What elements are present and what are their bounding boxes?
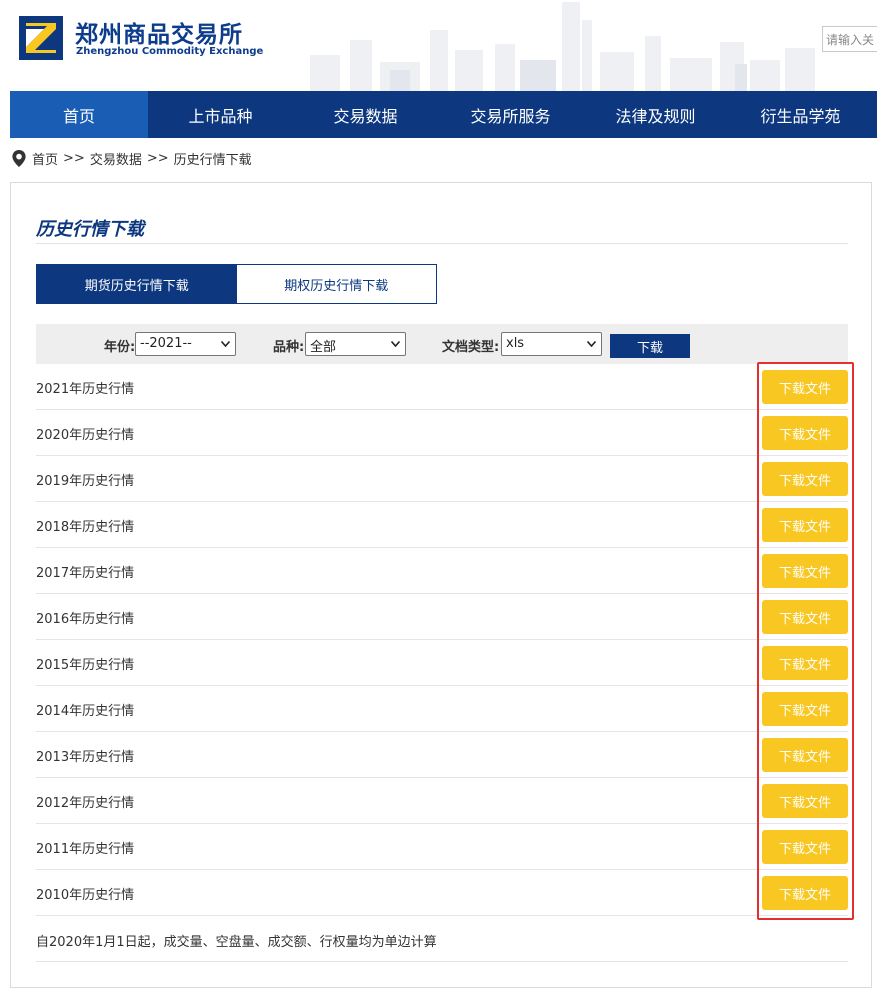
search-input[interactable]: 请输入关 xyxy=(822,26,877,52)
download-file-button[interactable]: 下载文件 xyxy=(762,646,848,680)
row-year-label: 2011年历史行情 xyxy=(36,842,135,857)
list-item: 2010年历史行情 下载文件 xyxy=(36,870,848,916)
breadcrumb-current-page: 历史行情下载 xyxy=(173,152,252,168)
content-panel: 历史行情下载 期货历史行情下载 期权历史行情下载 年份: --2021-- 品种… xyxy=(10,182,872,988)
location-pin-icon xyxy=(12,149,26,167)
breadcrumb: 首页 >> 交易数据 >> 历史行情下载 xyxy=(12,149,257,168)
filetype-select-value: xls xyxy=(506,336,525,351)
list-item: 2011年历史行情 下载文件 xyxy=(36,824,848,870)
breadcrumb-separator: >> xyxy=(63,150,85,166)
row-year-label: 2012年历史行情 xyxy=(36,796,135,811)
download-file-button[interactable]: 下载文件 xyxy=(762,508,848,542)
download-file-button[interactable]: 下载文件 xyxy=(762,600,848,634)
filter-bar: 年份: --2021-- 品种: 全部 文档类型: xls 下载 xyxy=(36,324,848,364)
nav-item-trading-data[interactable]: 交易数据 xyxy=(293,91,438,138)
list-item: 2018年历史行情 下载文件 xyxy=(36,502,848,548)
tab-futures-history[interactable]: 期货历史行情下载 xyxy=(37,265,237,303)
year-select[interactable]: --2021-- xyxy=(135,332,236,356)
note-divider xyxy=(36,961,848,962)
breadcrumb-separator: >> xyxy=(146,150,169,166)
list-item: 2019年历史行情 下载文件 xyxy=(36,456,848,502)
list-item: 2016年历史行情 下载文件 xyxy=(36,594,848,640)
product-select-value: 全部 xyxy=(310,340,337,355)
site-logo-text-en[interactable]: Zhengzhou Commodity Exchange xyxy=(76,46,263,57)
product-select[interactable]: 全部 xyxy=(305,332,406,356)
product-label: 品种: xyxy=(273,340,305,355)
tab-bar: 期货历史行情下载 期权历史行情下载 xyxy=(36,264,437,304)
filetype-label: 文档类型: xyxy=(442,340,500,355)
row-year-label: 2016年历史行情 xyxy=(36,612,135,627)
tab-options-history[interactable]: 期权历史行情下载 xyxy=(237,265,437,303)
nav-item-laws-rules[interactable]: 法律及规则 xyxy=(583,91,728,138)
list-item: 2017年历史行情 下载文件 xyxy=(36,548,848,594)
site-header: 郑州商品交易所 Zhengzhou Commodity Exchange 请输入… xyxy=(0,0,877,91)
row-year-label: 2013年历史行情 xyxy=(36,750,135,765)
row-year-label: 2017年历史行情 xyxy=(36,566,135,581)
download-file-button[interactable]: 下载文件 xyxy=(762,784,848,818)
list-item: 2013年历史行情 下载文件 xyxy=(36,732,848,778)
nav-item-exchange-services[interactable]: 交易所服务 xyxy=(438,91,583,138)
list-item: 2012年历史行情 下载文件 xyxy=(36,778,848,824)
download-file-button[interactable]: 下载文件 xyxy=(762,876,848,910)
row-year-label: 2015年历史行情 xyxy=(36,658,135,673)
row-year-label: 2019年历史行情 xyxy=(36,474,135,489)
chevron-down-icon xyxy=(391,341,400,347)
history-list: 2021年历史行情 下载文件 2020年历史行情 下载文件 2019年历史行情 下载文… xyxy=(36,364,848,916)
title-divider xyxy=(36,243,848,244)
download-file-button[interactable]: 下载文件 xyxy=(762,416,848,450)
filetype-select[interactable]: xls xyxy=(501,332,602,356)
download-file-button[interactable]: 下载文件 xyxy=(762,462,848,496)
download-file-button[interactable]: 下载文件 xyxy=(762,738,848,772)
list-item: 2015年历史行情 下载文件 xyxy=(36,640,848,686)
download-file-button[interactable]: 下载文件 xyxy=(762,692,848,726)
zce-logo-icon xyxy=(19,16,63,60)
download-file-button[interactable]: 下载文件 xyxy=(762,554,848,588)
list-item: 2020年历史行情 下载文件 xyxy=(36,410,848,456)
row-year-label: 2014年历史行情 xyxy=(36,704,135,719)
year-label: 年份: xyxy=(104,340,136,355)
nav-item-derivatives-academy[interactable]: 衍生品学苑 xyxy=(728,91,873,138)
main-nav: 首页 上市品种 交易数据 交易所服务 法律及规则 衍生品学苑 xyxy=(10,91,877,138)
breadcrumb-trading-data-link[interactable]: 交易数据 xyxy=(90,149,142,168)
calculation-note: 自2020年1月1日起，成交量、空盘量、成交额、行权量均为单边计算 xyxy=(36,935,437,950)
breadcrumb-home-link[interactable]: 首页 xyxy=(32,149,58,168)
download-file-button[interactable]: 下载文件 xyxy=(762,830,848,864)
row-year-label: 2020年历史行情 xyxy=(36,428,135,443)
row-year-label: 2010年历史行情 xyxy=(36,888,135,903)
chevron-down-icon xyxy=(587,341,596,347)
year-select-value: --2021-- xyxy=(140,336,192,351)
list-item: 2021年历史行情 下载文件 xyxy=(36,364,848,410)
city-skyline-banner xyxy=(310,2,815,91)
chevron-down-icon xyxy=(221,341,230,347)
site-logo-text-cn[interactable]: 郑州商品交易所 xyxy=(75,15,243,49)
row-year-label: 2021年历史行情 xyxy=(36,382,135,397)
row-year-label: 2018年历史行情 xyxy=(36,520,135,535)
page-title: 历史行情下载 xyxy=(36,219,144,240)
nav-item-home[interactable]: 首页 xyxy=(10,91,148,138)
download-file-button[interactable]: 下载文件 xyxy=(762,370,848,404)
nav-item-listed-products[interactable]: 上市品种 xyxy=(148,91,293,138)
list-item: 2014年历史行情 下载文件 xyxy=(36,686,848,732)
download-button[interactable]: 下载 xyxy=(610,334,690,358)
